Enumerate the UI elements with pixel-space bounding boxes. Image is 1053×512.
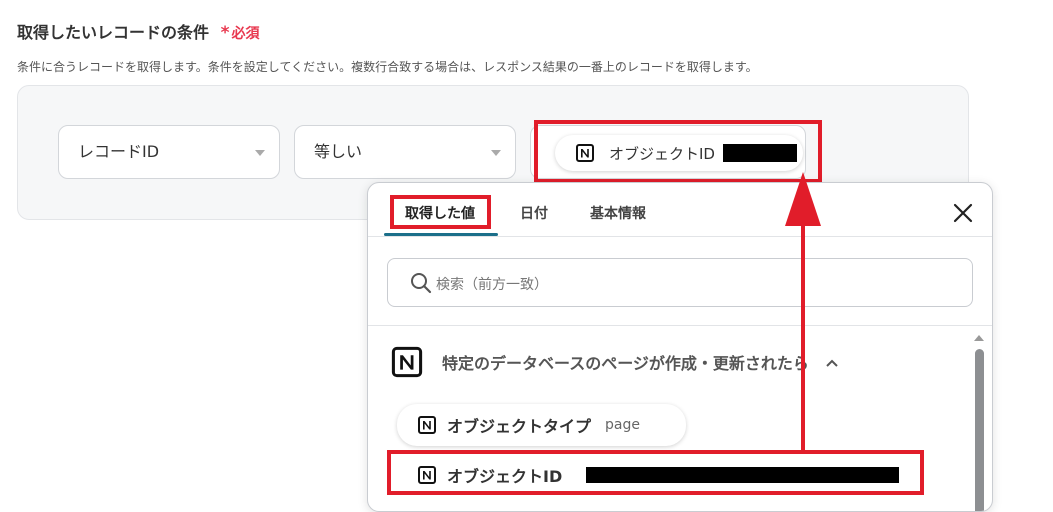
annotation-arrow [785, 172, 821, 452]
